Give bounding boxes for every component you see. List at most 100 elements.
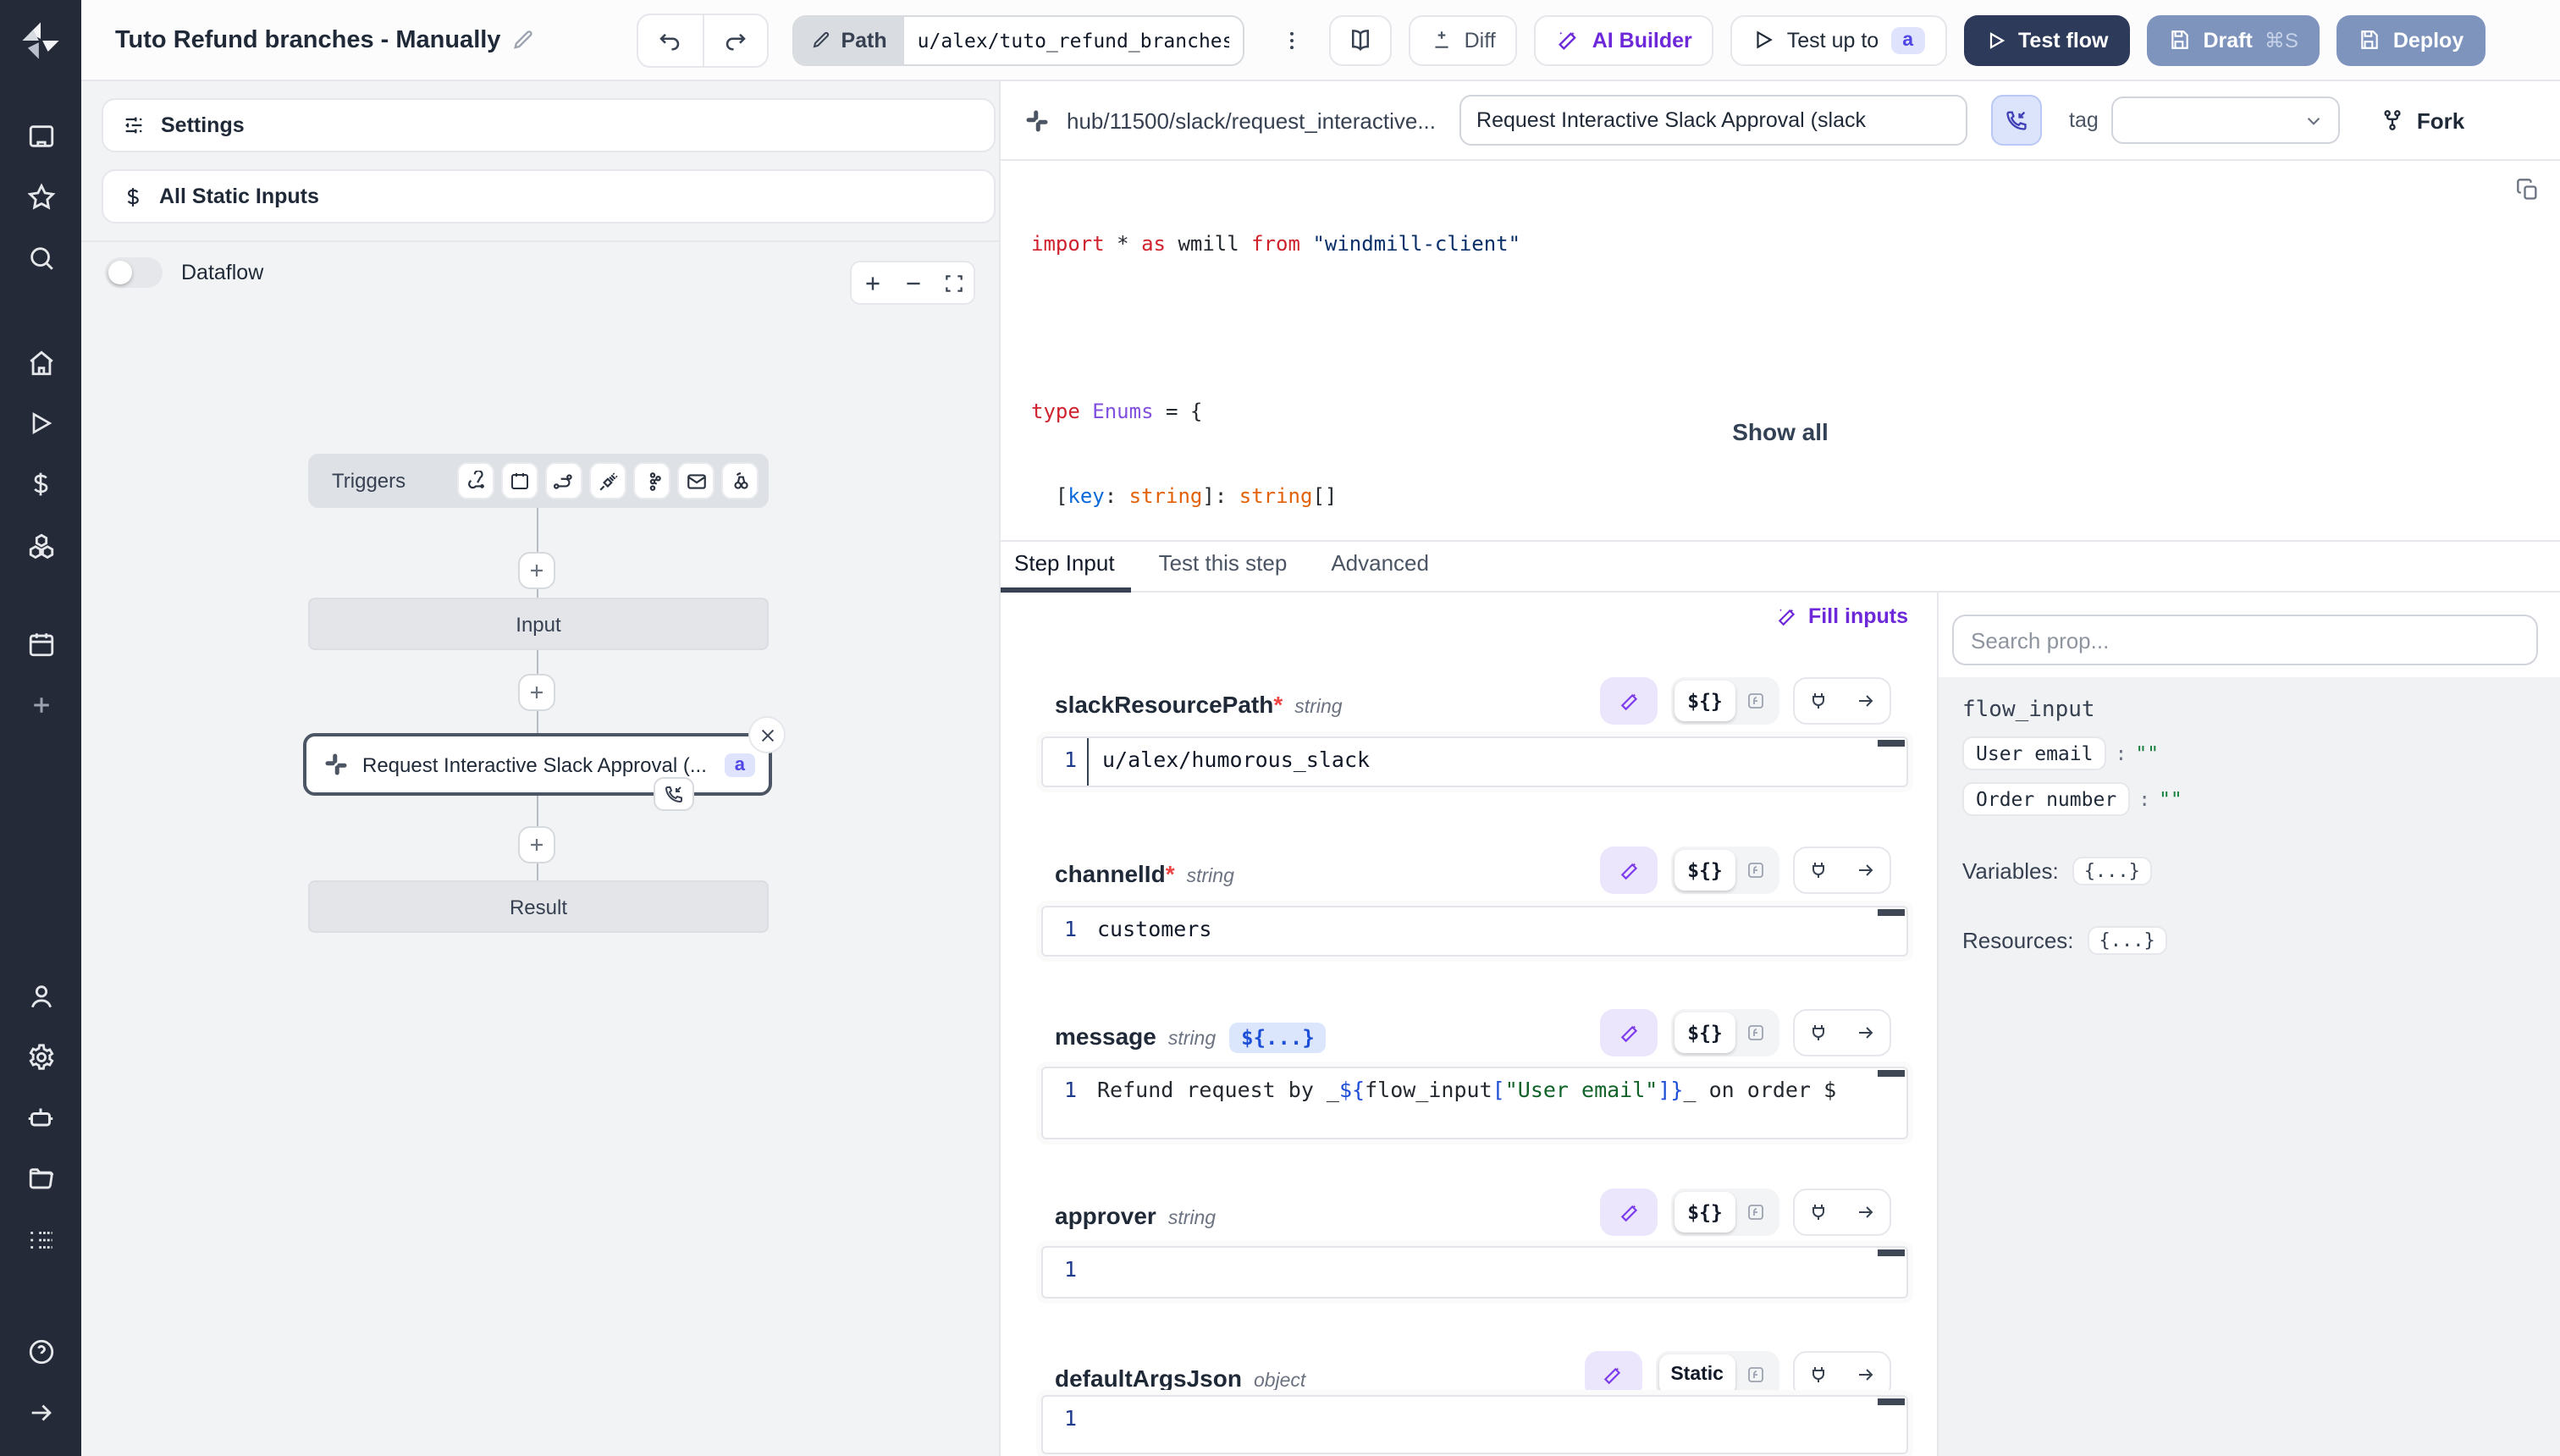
draft-button[interactable]: Draft ⌘S xyxy=(2148,14,2320,65)
favorites-star-icon[interactable] xyxy=(0,166,81,227)
ai-fill-wand-button[interactable] xyxy=(1600,1009,1658,1056)
editor-scrollbar[interactable] xyxy=(1878,909,1905,916)
editor-approver[interactable]: 1 xyxy=(1041,1246,1908,1299)
resources-expand-badge[interactable]: {...} xyxy=(2088,926,2167,955)
resources-cubes-icon[interactable] xyxy=(0,515,81,576)
tab-test-this-step[interactable]: Test this step xyxy=(1159,550,1288,591)
runs-play-icon[interactable] xyxy=(0,393,81,454)
ai-fill-wand-button[interactable] xyxy=(1600,677,1658,725)
path-input[interactable] xyxy=(904,16,1243,63)
tag-select[interactable] xyxy=(2112,97,2341,144)
redo-button[interactable] xyxy=(702,14,766,65)
zoom-out-button[interactable] xyxy=(892,262,933,303)
slack-approval-step-node[interactable]: Request Interactive Slack Approval (... … xyxy=(303,733,772,796)
suspend-approval-phone-icon[interactable] xyxy=(654,777,694,811)
email-trigger-icon[interactable] xyxy=(677,462,714,499)
audit-logs-list-icon[interactable] xyxy=(0,1209,81,1270)
collapse-arrow-icon[interactable] xyxy=(0,1382,81,1442)
deploy-button[interactable]: Deploy xyxy=(2337,14,2486,65)
flow-canvas[interactable]: Triggers xyxy=(81,322,999,1456)
search-icon[interactable] xyxy=(0,227,81,288)
suspend-approval-phone-button[interactable] xyxy=(1991,95,2042,146)
diff-button[interactable]: Diff xyxy=(1409,14,1518,65)
all-static-inputs-row[interactable]: All Static Inputs xyxy=(102,169,996,223)
prop-key[interactable]: User email xyxy=(1962,736,2107,770)
settings-gear-icon[interactable] xyxy=(0,1026,81,1087)
add-step-button[interactable] xyxy=(518,552,555,589)
kafka-trigger-icon[interactable] xyxy=(633,462,670,499)
docs-book-button[interactable] xyxy=(1329,14,1392,65)
schedules-calendar-icon[interactable] xyxy=(0,613,81,674)
result-node[interactable]: Result xyxy=(308,880,769,933)
script-code-viewer[interactable]: import * as wmill from "windmill-client"… xyxy=(1001,161,2560,542)
tab-step-input[interactable]: Step Input xyxy=(1014,550,1115,591)
editor-scrollbar[interactable] xyxy=(1878,1398,1905,1405)
user-icon[interactable] xyxy=(0,965,81,1026)
add-step-button[interactable] xyxy=(518,674,555,711)
editor-defaultArgsJson[interactable]: 1 xyxy=(1041,1395,1908,1454)
workspace-icon[interactable] xyxy=(0,105,81,166)
editor-scrollbar[interactable] xyxy=(1878,1070,1905,1077)
arrow-right-icon[interactable] xyxy=(1842,1365,1890,1385)
function-mode-icon[interactable] xyxy=(1735,860,1776,880)
fork-button[interactable]: Fork xyxy=(2381,108,2464,133)
tab-advanced[interactable]: Advanced xyxy=(1331,550,1429,591)
test-flow-button[interactable]: Test flow xyxy=(1964,14,2131,65)
editor-slackResourcePath[interactable]: 1 u/alex/humorous_slack xyxy=(1041,736,1908,787)
fill-inputs-button[interactable]: Fill inputs xyxy=(1776,604,1908,628)
search-prop-input[interactable] xyxy=(1952,615,2538,665)
arrow-right-icon[interactable] xyxy=(1842,691,1890,711)
plug-connect-icon[interactable] xyxy=(1795,860,1842,880)
variables-dollar-icon[interactable] xyxy=(0,454,81,515)
websocket-plug-trigger-icon[interactable] xyxy=(589,462,626,499)
arrow-right-icon[interactable] xyxy=(1842,1202,1890,1222)
function-mode-icon[interactable] xyxy=(1735,691,1776,711)
hub-script-path[interactable]: hub/11500/slack/request_interactive... xyxy=(1067,108,1436,133)
ai-robot-icon[interactable] xyxy=(0,1087,81,1148)
plug-connect-icon[interactable] xyxy=(1795,1365,1842,1385)
input-node[interactable]: Input xyxy=(308,598,769,650)
add-plus-icon[interactable] xyxy=(0,674,81,735)
ai-fill-wand-button[interactable] xyxy=(1600,1189,1658,1236)
plug-connect-icon[interactable] xyxy=(1795,691,1842,711)
ai-builder-button[interactable]: AI Builder xyxy=(1535,14,1714,65)
arrow-right-icon[interactable] xyxy=(1842,860,1890,880)
delete-step-icon[interactable] xyxy=(748,716,786,753)
show-all-button[interactable]: Show all xyxy=(1001,418,2560,445)
ai-fill-wand-button[interactable] xyxy=(1584,1351,1641,1398)
home-icon[interactable] xyxy=(0,332,81,393)
copy-code-icon[interactable] xyxy=(2516,178,2540,201)
function-mode-icon[interactable] xyxy=(1735,1023,1776,1043)
help-icon[interactable] xyxy=(0,1321,81,1382)
triggers-node[interactable]: Triggers xyxy=(308,454,769,508)
folders-icon[interactable] xyxy=(0,1148,81,1209)
arrow-right-icon[interactable] xyxy=(1842,1023,1890,1043)
editor-message[interactable]: 1 Refund request by _${flow_input["User … xyxy=(1041,1067,1908,1139)
test-up-to-button[interactable]: Test up to a xyxy=(1731,14,1947,65)
webhook-trigger-icon[interactable] xyxy=(457,462,494,499)
template-mode-button[interactable]: ${} xyxy=(1674,1012,1735,1053)
step-summary-input[interactable] xyxy=(1459,95,1967,146)
template-mode-button[interactable]: ${} xyxy=(1674,1192,1735,1233)
undo-button[interactable] xyxy=(637,14,702,65)
function-mode-icon[interactable] xyxy=(1735,1365,1776,1385)
settings-row[interactable]: Settings xyxy=(102,98,996,152)
template-mode-button[interactable]: ${} xyxy=(1674,681,1735,721)
fit-view-button[interactable] xyxy=(933,262,974,303)
edit-title-pencil-icon[interactable] xyxy=(510,28,534,52)
editor-scrollbar[interactable] xyxy=(1878,740,1905,747)
function-mode-icon[interactable] xyxy=(1735,1202,1776,1222)
static-mode-button[interactable]: Static xyxy=(1658,1354,1735,1395)
schedule-trigger-icon[interactable] xyxy=(501,462,538,499)
flow-input-root[interactable]: flow_input xyxy=(1962,698,2560,723)
dataflow-toggle[interactable] xyxy=(105,257,163,288)
ai-fill-wand-button[interactable] xyxy=(1600,847,1658,894)
template-mode-button[interactable]: ${} xyxy=(1674,850,1735,891)
editor-channelId[interactable]: 1 customers xyxy=(1041,906,1908,957)
windmill-logo[interactable] xyxy=(0,0,81,81)
add-step-button[interactable] xyxy=(518,826,555,863)
more-options-kebab-icon[interactable] xyxy=(1272,14,1312,65)
zoom-in-button[interactable] xyxy=(852,262,892,303)
plug-connect-icon[interactable] xyxy=(1795,1202,1842,1222)
poll-watch-trigger-icon[interactable] xyxy=(721,462,759,499)
